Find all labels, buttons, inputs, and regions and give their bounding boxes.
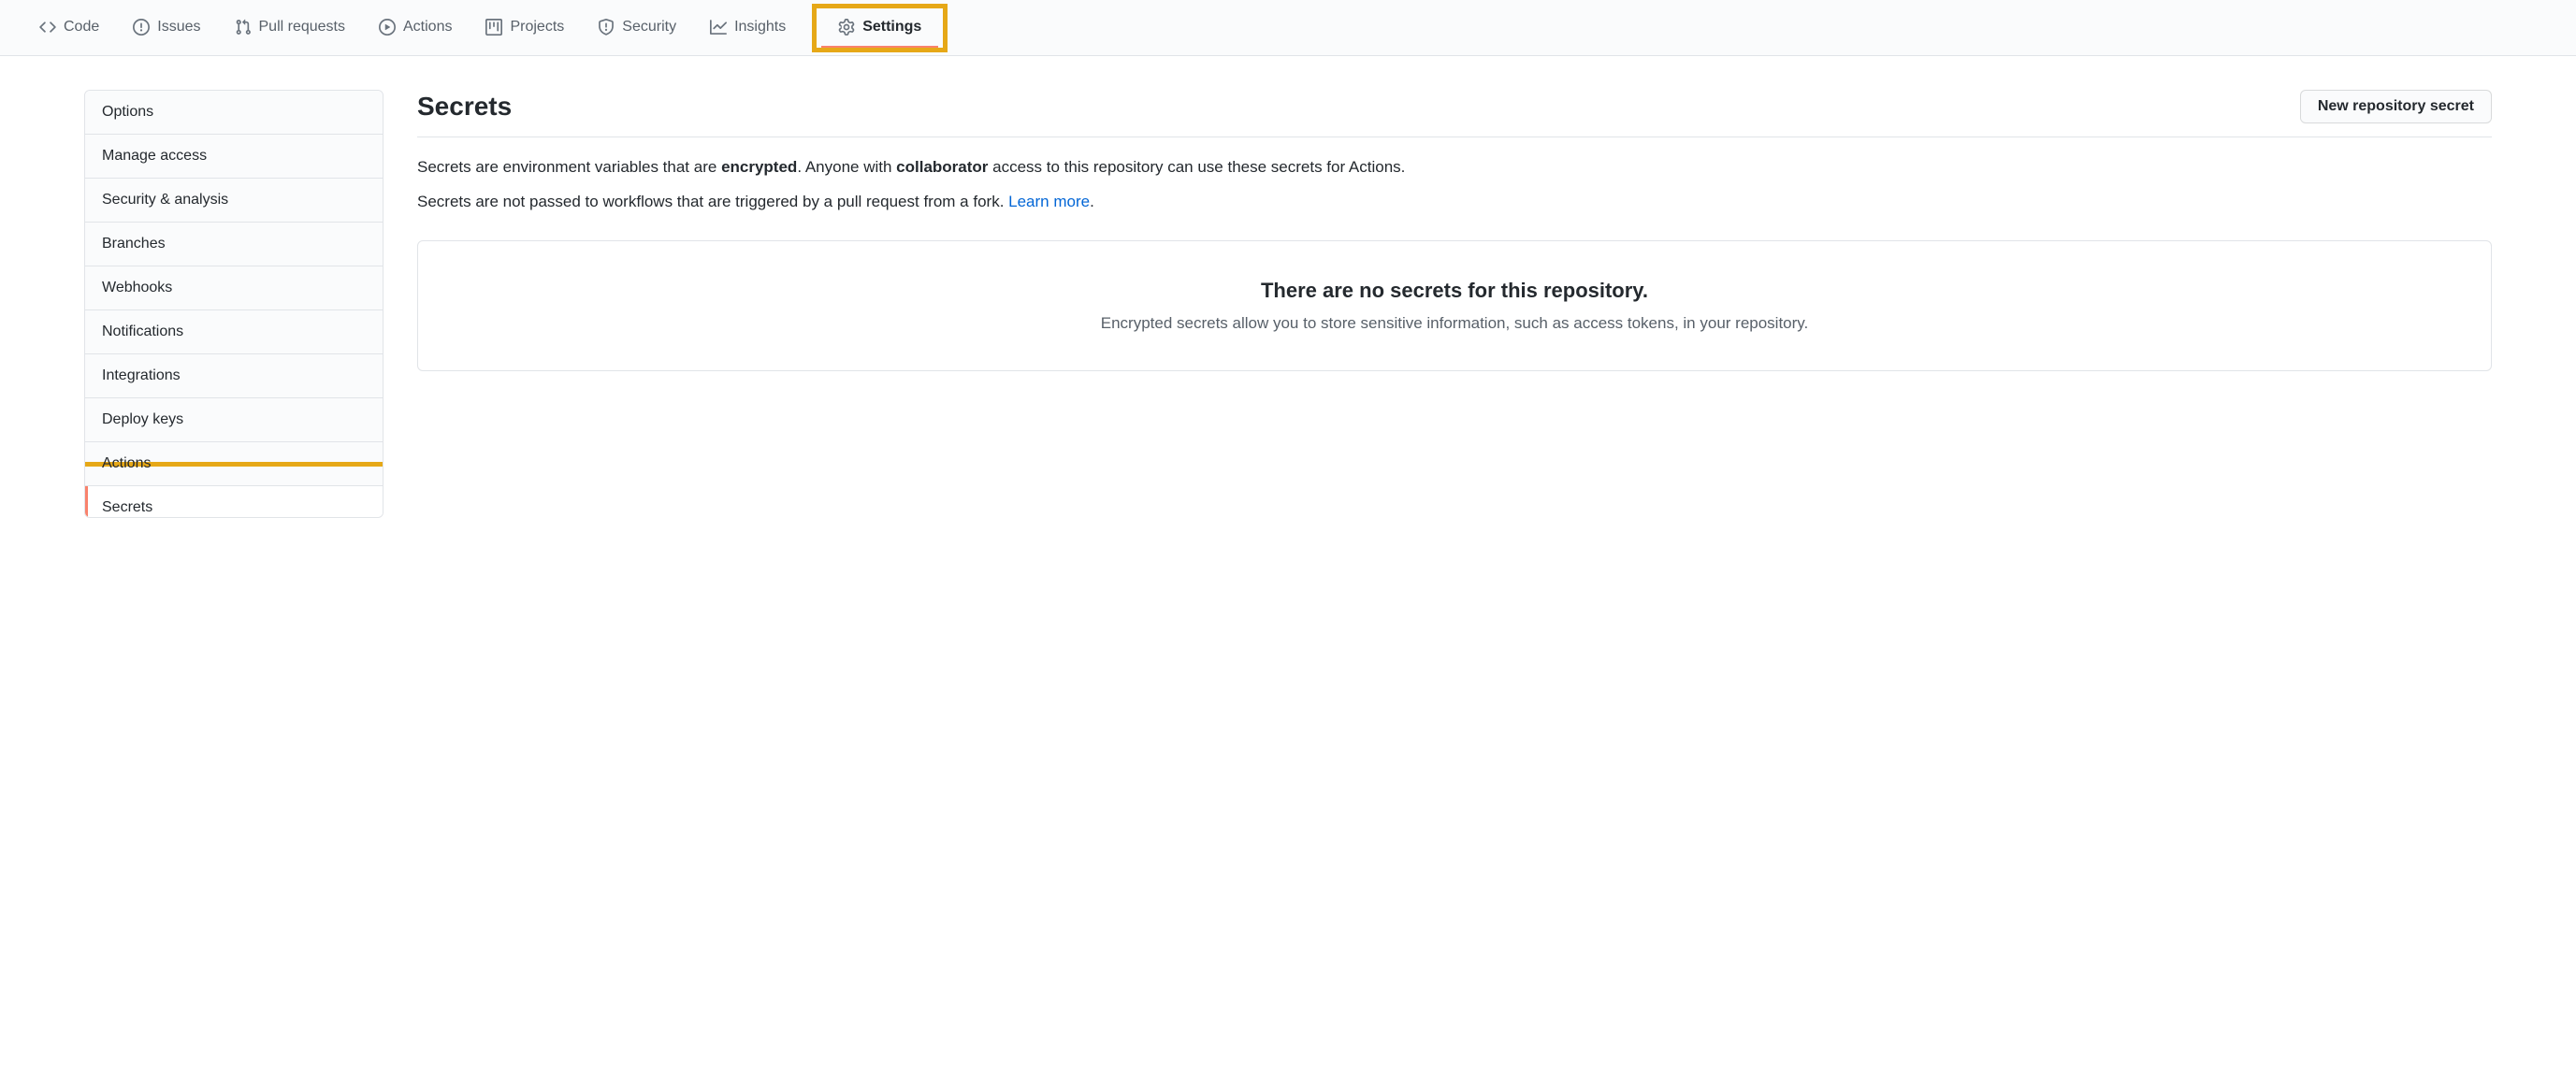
issues-icon	[133, 19, 150, 36]
sidebar-item-label: Actions	[102, 455, 151, 471]
empty-state-subtitle: Encrypted secrets allow you to store sen…	[437, 314, 2472, 333]
gear-icon	[838, 19, 855, 36]
content-header: Secrets New repository secret	[417, 90, 2492, 137]
sidebar-item-notifications[interactable]: Notifications	[85, 310, 383, 354]
learn-more-link[interactable]: Learn more	[1008, 193, 1090, 210]
sidebar-item-integrations[interactable]: Integrations	[85, 354, 383, 398]
tab-security[interactable]: Security	[581, 8, 693, 48]
sidebar-item-label: Security & analysis	[102, 192, 228, 208]
tab-label: Pull requests	[259, 19, 346, 36]
tab-actions[interactable]: Actions	[362, 8, 469, 48]
sidebar-item-webhooks[interactable]: Webhooks	[85, 266, 383, 310]
page-title: Secrets	[417, 92, 512, 122]
tab-label: Settings	[862, 19, 921, 36]
description-line-1: Secrets are environment variables that a…	[417, 154, 2492, 180]
settings-highlight: Settings	[812, 4, 948, 52]
graph-icon	[710, 19, 727, 36]
tab-code[interactable]: Code	[22, 8, 116, 48]
sidebar-item-deploy-keys[interactable]: Deploy keys	[85, 398, 383, 442]
tab-settings[interactable]: Settings	[821, 8, 938, 48]
tab-insights[interactable]: Insights	[693, 8, 803, 48]
sidebar-item-label: Webhooks	[102, 280, 172, 295]
repo-nav: Code Issues Pull requests Actions Projec…	[0, 0, 2576, 56]
tab-issues[interactable]: Issues	[116, 8, 217, 48]
project-icon	[485, 19, 502, 36]
sidebar-item-label: Secrets	[102, 499, 152, 515]
sidebar-item-label: Integrations	[102, 367, 181, 383]
tab-label: Actions	[403, 19, 452, 36]
description-line-2: Secrets are not passed to workflows that…	[417, 189, 2492, 214]
sidebar-item-options[interactable]: Options	[85, 91, 383, 135]
tab-projects[interactable]: Projects	[469, 8, 581, 48]
sidebar-item-secrets[interactable]: Secrets	[85, 486, 383, 518]
tab-label: Insights	[734, 19, 786, 36]
shield-icon	[598, 19, 615, 36]
sidebar-item-label: Manage access	[102, 148, 207, 164]
sidebar-item-label: Branches	[102, 236, 166, 252]
sidebar-item-label: Deploy keys	[102, 411, 183, 427]
empty-state: There are no secrets for this repository…	[417, 240, 2492, 371]
tab-label: Security	[622, 19, 676, 36]
content-area: Secrets New repository secret Secrets ar…	[417, 90, 2492, 518]
tab-pull-requests[interactable]: Pull requests	[218, 8, 363, 48]
sidebar-item-security-analysis[interactable]: Security & analysis	[85, 179, 383, 223]
settings-sidebar: Options Manage access Security & analysi…	[84, 90, 384, 518]
empty-state-title: There are no secrets for this repository…	[437, 279, 2472, 303]
new-repository-secret-button[interactable]: New repository secret	[2300, 90, 2492, 123]
sidebar-item-label: Options	[102, 104, 153, 120]
pull-request-icon	[235, 19, 252, 36]
sidebar-item-branches[interactable]: Branches	[85, 223, 383, 266]
sidebar-item-label: Notifications	[102, 324, 183, 339]
tab-label: Issues	[157, 19, 200, 36]
tab-label: Code	[64, 19, 99, 36]
code-icon	[39, 19, 56, 36]
play-icon	[379, 19, 396, 36]
sidebar-item-manage-access[interactable]: Manage access	[85, 135, 383, 179]
tab-label: Projects	[510, 19, 564, 36]
description: Secrets are environment variables that a…	[417, 154, 2492, 214]
